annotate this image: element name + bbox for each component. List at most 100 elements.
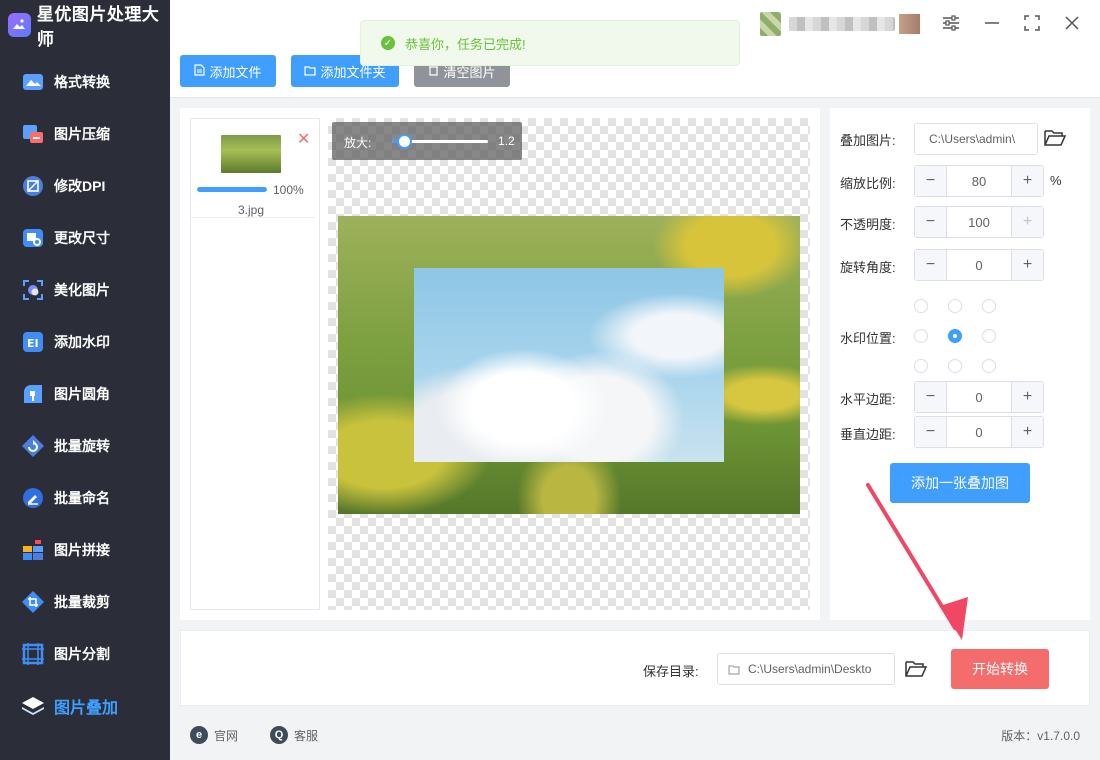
- position-top-left-radio[interactable]: [914, 299, 928, 313]
- work-area: ✕ 100% 3.jpg 放大: 1.2: [180, 108, 820, 620]
- zoom-slider[interactable]: [392, 134, 488, 149]
- sidebar-item-rename[interactable]: 批量命名: [0, 478, 170, 518]
- position-center-radio[interactable]: [948, 329, 962, 343]
- sidebar-item-watermark[interactable]: EI 添加水印: [0, 322, 170, 362]
- format-convert-icon: [20, 69, 46, 95]
- sidebar-item-format-convert[interactable]: 格式转换: [0, 62, 170, 102]
- settings-sliders-icon[interactable]: [940, 12, 962, 34]
- zoom-label: 放大:: [344, 136, 372, 150]
- file-thumbnail[interactable]: [221, 135, 281, 173]
- v-margin-increase-button[interactable]: +: [1011, 417, 1043, 447]
- remove-file-icon[interactable]: ✕: [297, 129, 310, 149]
- start-convert-button[interactable]: 开始转换: [951, 649, 1049, 689]
- position-label: 水印位置:: [840, 331, 896, 346]
- v-margin-value[interactable]: 0: [947, 417, 1011, 447]
- position-middle-right-radio[interactable]: [982, 329, 996, 343]
- sidebar-item-compress[interactable]: 图片压缩: [0, 114, 170, 154]
- sidebar-item-stitch[interactable]: 图片拼接: [0, 530, 170, 570]
- browse-save-folder-icon[interactable]: [905, 659, 928, 679]
- position-bottom-left-radio[interactable]: [914, 359, 928, 373]
- browse-folder-icon[interactable]: [1044, 128, 1067, 148]
- h-margin-label: 水平边距:: [840, 392, 896, 407]
- opacity-value[interactable]: 100: [947, 207, 1011, 237]
- check-circle-icon: ✓: [381, 36, 395, 50]
- add-file-button[interactable]: 添加文件: [180, 55, 276, 87]
- scale-unit: %: [1050, 173, 1062, 188]
- settings-panel: 叠加图片: C:\Users\admin\ 缩放比例: − 80 + % 不透明…: [830, 108, 1090, 620]
- sidebar-item-crop[interactable]: 批量裁剪: [0, 582, 170, 622]
- rotation-value[interactable]: 0: [947, 250, 1011, 280]
- overlay-layers-icon: [20, 693, 46, 719]
- scale-stepper: − 80 +: [914, 165, 1044, 197]
- folder-icon: [304, 64, 317, 79]
- app-title: 星优图片处理大师: [36, 5, 160, 49]
- scale-increase-button[interactable]: +: [1011, 166, 1043, 196]
- h-margin-stepper: − 0 +: [914, 381, 1044, 413]
- zoom-value: 1.2: [498, 134, 515, 148]
- scale-value[interactable]: 80: [947, 166, 1011, 196]
- sidebar-item-split[interactable]: 图片分割: [0, 634, 170, 674]
- zoom-control: 放大: 1.2: [332, 122, 522, 160]
- image-preview[interactable]: 放大: 1.2: [328, 118, 810, 610]
- sidebar-item-rounded-corner[interactable]: 图片圆角: [0, 374, 170, 414]
- position-top-center-radio[interactable]: [948, 299, 962, 313]
- sidebar: 星优图片处理大师 格式转换 图片压缩 修改DPI 更改尺寸 美化图片 EI 添加…: [0, 0, 170, 760]
- overlay-image-path-input[interactable]: C:\Users\admin\: [914, 123, 1038, 155]
- position-bottom-center-radio[interactable]: [948, 359, 962, 373]
- file-list: ✕ 100% 3.jpg: [190, 118, 320, 610]
- h-margin-value[interactable]: 0: [947, 382, 1011, 412]
- overlay-image[interactable]: [414, 268, 724, 462]
- base-image: [338, 216, 800, 514]
- version-text: 版本：v1.7.0.0: [1001, 729, 1080, 743]
- app-logo-icon: [8, 13, 31, 37]
- file-icon: [194, 63, 206, 79]
- v-margin-decrease-button[interactable]: −: [915, 417, 947, 447]
- sidebar-item-dpi[interactable]: 修改DPI: [0, 166, 170, 206]
- position-middle-left-radio[interactable]: [914, 329, 928, 343]
- zoom-slider-handle[interactable]: [396, 134, 412, 149]
- website-e-icon: e: [190, 726, 208, 744]
- scale-label: 缩放比例:: [840, 176, 896, 191]
- save-dir-input[interactable]: C:\Users\admin\Deskto: [717, 653, 895, 685]
- sidebar-item-rotate[interactable]: 批量旋转: [0, 426, 170, 466]
- toast-message: 恭喜你，任务已完成!: [405, 36, 526, 52]
- support-link[interactable]: Q 客服: [270, 726, 318, 744]
- rotation-label: 旋转角度:: [840, 260, 896, 275]
- sidebar-item-resize[interactable]: 更改尺寸: [0, 218, 170, 258]
- file-name: 3.jpg: [237, 203, 265, 217]
- divider: [191, 217, 315, 218]
- support-chat-icon: Q: [270, 726, 288, 744]
- stitch-icon: [20, 537, 46, 563]
- v-margin-label: 垂直边距:: [840, 427, 896, 442]
- crop-icon: [20, 589, 46, 615]
- rotate-icon: [20, 433, 46, 459]
- rotation-stepper: − 0 +: [914, 249, 1044, 281]
- scale-decrease-button[interactable]: −: [915, 166, 947, 196]
- opacity-decrease-button[interactable]: −: [915, 207, 947, 237]
- minimize-icon[interactable]: [981, 12, 1003, 34]
- maximize-icon[interactable]: [1021, 12, 1043, 34]
- save-dir-label: 保存目录:: [643, 664, 699, 679]
- split-icon: [20, 641, 46, 667]
- sidebar-item-overlay[interactable]: 图片叠加: [0, 686, 170, 726]
- user-account[interactable]: [760, 12, 920, 36]
- rotation-decrease-button[interactable]: −: [915, 250, 947, 280]
- h-margin-decrease-button[interactable]: −: [915, 382, 947, 412]
- sidebar-item-beautify[interactable]: 美化图片: [0, 270, 170, 310]
- add-overlay-image-button[interactable]: 添加一张叠加图: [890, 463, 1030, 503]
- position-bottom-right-radio[interactable]: [982, 359, 996, 373]
- save-dir-path: C:\Users\admin\Deskto: [748, 662, 872, 676]
- rotation-increase-button[interactable]: +: [1011, 250, 1043, 280]
- success-toast: ✓ 恭喜你，任务已完成!: [360, 20, 740, 66]
- website-link[interactable]: e 官网: [190, 726, 238, 744]
- beautify-icon: [20, 277, 46, 303]
- close-window-icon[interactable]: [1061, 12, 1083, 34]
- svg-text:EI: EI: [27, 337, 39, 350]
- opacity-increase-button[interactable]: +: [1011, 207, 1043, 237]
- v-margin-stepper: − 0 +: [914, 416, 1044, 448]
- position-top-right-radio[interactable]: [982, 299, 996, 313]
- username-blurred: [789, 17, 895, 31]
- h-margin-increase-button[interactable]: +: [1011, 382, 1043, 412]
- resize-icon: [20, 225, 46, 251]
- opacity-stepper: − 100 +: [914, 206, 1044, 238]
